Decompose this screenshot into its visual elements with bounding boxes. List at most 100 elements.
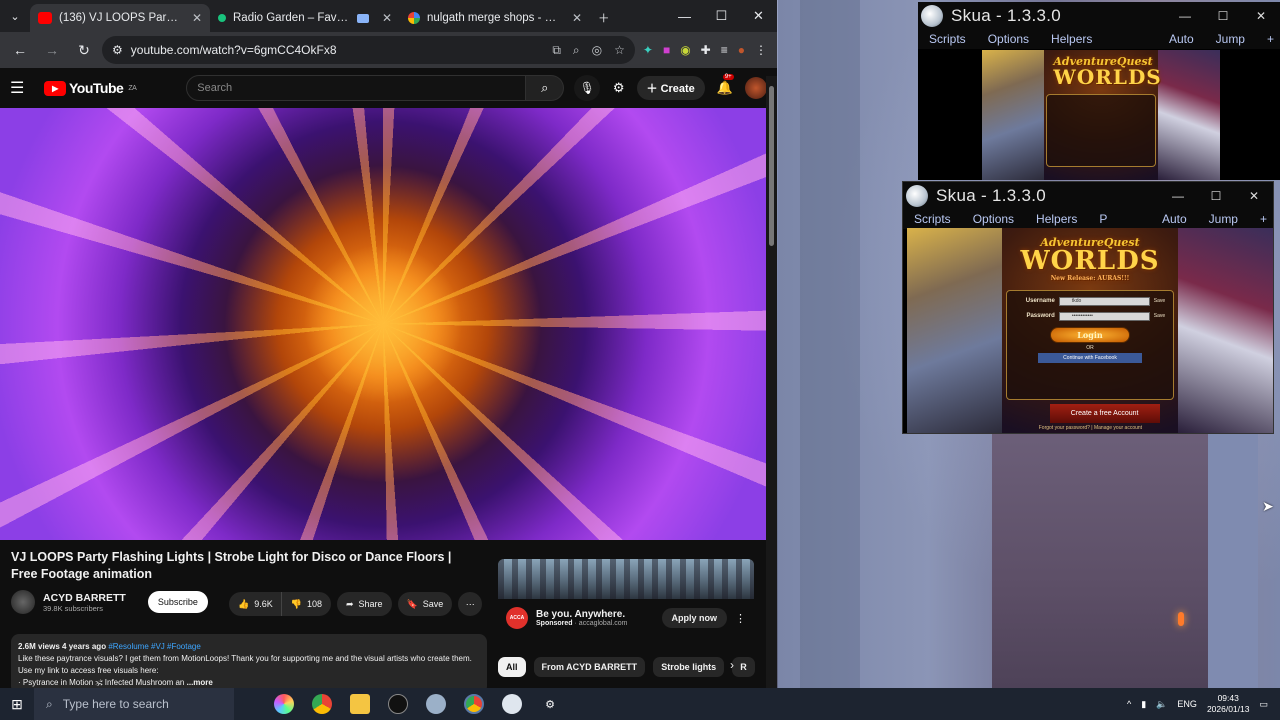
forward-icon[interactable]: →	[38, 36, 66, 64]
back-icon[interactable]: ←	[6, 36, 34, 64]
settings-gear-icon[interactable]: ⚙	[540, 694, 560, 714]
skua-titlebar[interactable]: Skua - 1.3.3.0 — ☐ ✕	[918, 2, 1280, 29]
sponsored-ad[interactable]: ACCA Be you. Anywhere. Sponsored · accag…	[498, 559, 754, 643]
notifications-icon[interactable]: ▭	[1259, 699, 1268, 710]
tab-youtube[interactable]: (136) VJ LOOPS Party Flashing L ✕	[30, 4, 210, 32]
copilot-icon[interactable]	[274, 694, 294, 714]
taskbar-search[interactable]: ⌕ Type here to search	[34, 688, 234, 720]
game-viewport[interactable]: AdventureQuest WORLDS New Release: AURAS…	[907, 228, 1273, 433]
bookmark-star-icon[interactable]: ☆	[614, 43, 625, 58]
chrome-icon[interactable]	[312, 694, 332, 714]
video-player[interactable]	[0, 108, 766, 540]
more-actions-icon[interactable]: ⋯	[458, 592, 483, 616]
file-explorer-icon[interactable]	[350, 694, 370, 714]
microphone-icon[interactable]: 🎙	[574, 75, 601, 101]
menu-helpers[interactable]: Helpers	[1025, 212, 1088, 226]
username-field[interactable]: tkdo	[1058, 296, 1150, 306]
extension-icon[interactable]: ✦	[643, 43, 653, 57]
chip-strobe-lights[interactable]: Strobe lights	[653, 657, 725, 677]
account-links[interactable]: Forgot your password? | Manage your acco…	[1039, 425, 1142, 431]
video-description[interactable]: 2.6M views 4 years ago #Resolume #VJ #Fo…	[11, 634, 487, 688]
maximize-icon[interactable]: ☐	[703, 0, 740, 32]
channel-name[interactable]: ACYD BARRETT	[43, 592, 126, 604]
windows-start-icon[interactable]: ⊞	[0, 688, 34, 720]
extension-gear-icon[interactable]: ⚙	[613, 80, 625, 96]
maximize-icon[interactable]: ☐	[1204, 2, 1242, 29]
profile-icon[interactable]: ●	[738, 43, 745, 57]
apply-now-button[interactable]: Apply now	[661, 608, 727, 628]
extension-icon[interactable]: ■	[663, 43, 670, 57]
clock[interactable]: 09:43 2026/01/13	[1207, 693, 1250, 715]
close-icon[interactable]: ✕	[1235, 182, 1273, 209]
hamburger-menu-icon[interactable]: ☰	[10, 78, 34, 98]
like-button[interactable]: 👍 9.6K	[229, 592, 282, 616]
subscribe-button[interactable]: Subscribe	[147, 591, 208, 613]
show-more-link[interactable]: ...more	[187, 678, 213, 687]
hashtags[interactable]: #Resolume #VJ #Footage	[108, 642, 201, 651]
chevron-right-icon[interactable]: ›	[730, 658, 734, 672]
menu-auto[interactable]: Auto	[1169, 32, 1194, 46]
menu-scripts[interactable]: Scripts	[903, 212, 962, 226]
chip-from-channel[interactable]: From ACYD BARRETT	[533, 657, 646, 677]
save-password-checkbox[interactable]: Save	[1154, 313, 1165, 319]
new-tab-button[interactable]: ＋	[590, 4, 620, 32]
menu-jump[interactable]: Jump	[1209, 212, 1238, 226]
menu-scripts[interactable]: Scripts	[918, 32, 977, 46]
menu-auto[interactable]: Auto	[1162, 212, 1187, 226]
avatar[interactable]	[745, 77, 767, 99]
tab-search-button[interactable]: ⌄	[0, 0, 30, 32]
search-icon[interactable]: ⌕	[526, 75, 565, 101]
address-bar[interactable]: ⚙ youtube.com/watch?v=6gmCC4OkFx8 ⧉ ⌕ ◎ …	[102, 36, 635, 64]
steam-icon[interactable]	[388, 694, 408, 714]
show-hidden-icons-chevron-icon[interactable]: ^	[1127, 699, 1131, 709]
page-scrollbar[interactable]	[766, 76, 777, 688]
share-button[interactable]: ➦ Share	[336, 592, 392, 616]
network-icon[interactable]: ▮	[1141, 699, 1146, 710]
menu-jump[interactable]: Jump	[1216, 32, 1245, 46]
channel-avatar[interactable]	[11, 590, 35, 614]
scrollbar-thumb[interactable]	[769, 86, 774, 246]
close-icon[interactable]: ✕	[382, 11, 392, 25]
maximize-icon[interactable]: ☐	[1197, 182, 1235, 209]
zoom-icon[interactable]: ⌕	[573, 43, 580, 58]
tracking-eye-icon[interactable]: ◎	[592, 43, 602, 58]
menu-options[interactable]: Options	[962, 212, 1025, 226]
minimize-icon[interactable]: —	[1166, 2, 1204, 29]
menu-plugins[interactable]: P	[1088, 212, 1118, 226]
skua-taskbar-icon[interactable]	[426, 694, 446, 714]
save-username-checkbox[interactable]: Save	[1154, 298, 1165, 304]
menu-add[interactable]: +	[1260, 212, 1267, 226]
chrome-profile-icon[interactable]	[464, 694, 484, 714]
password-field[interactable]: ••••••••••••	[1058, 311, 1150, 321]
minimize-icon[interactable]: —	[666, 0, 703, 32]
ad-menu-icon[interactable]: ⋮	[735, 612, 746, 625]
youtube-logo[interactable]: ▶ YouTube ZA	[44, 80, 137, 96]
close-icon[interactable]: ✕	[1242, 2, 1280, 29]
notifications-bell-icon[interactable]: 🔔 9+	[717, 74, 734, 96]
skua-taskbar-icon-2[interactable]	[502, 694, 522, 714]
minimize-icon[interactable]: —	[1159, 182, 1197, 209]
menu-helpers[interactable]: Helpers	[1040, 32, 1103, 46]
create-button[interactable]: ＋ Create	[636, 76, 705, 100]
save-button[interactable]: 🔖 Save	[397, 592, 453, 616]
game-viewport[interactable]: AdventureQuest WORLDS	[982, 50, 1220, 180]
volume-icon[interactable]: 🔈	[1156, 699, 1167, 710]
reload-icon[interactable]: ↻	[70, 36, 98, 64]
close-icon[interactable]: ✕	[572, 11, 582, 25]
facebook-login-button[interactable]: Continue with Facebook	[1038, 352, 1142, 363]
language-indicator[interactable]: ENG	[1177, 699, 1197, 709]
site-info-icon[interactable]: ⚙	[112, 43, 123, 57]
extensions-puzzle-icon[interactable]: ✚	[701, 43, 711, 57]
chip-all[interactable]: All	[498, 657, 526, 677]
install-app-icon[interactable]: ⧉	[552, 43, 561, 58]
tab-radio-garden[interactable]: Radio Garden – Favorites ✕	[210, 4, 400, 32]
close-window-icon[interactable]: ✕	[740, 0, 777, 32]
create-account-button[interactable]: Create a free Account	[1049, 404, 1160, 423]
skua-titlebar[interactable]: Skua - 1.3.3.0 — ☐ ✕	[903, 182, 1273, 209]
chip-more[interactable]: R	[732, 657, 755, 677]
menu-add[interactable]: +	[1267, 32, 1274, 46]
menu-options[interactable]: Options	[977, 32, 1040, 46]
extension-icon[interactable]: ◉	[680, 43, 690, 57]
search-input[interactable]: Search	[186, 75, 527, 101]
close-icon[interactable]: ✕	[192, 11, 202, 25]
